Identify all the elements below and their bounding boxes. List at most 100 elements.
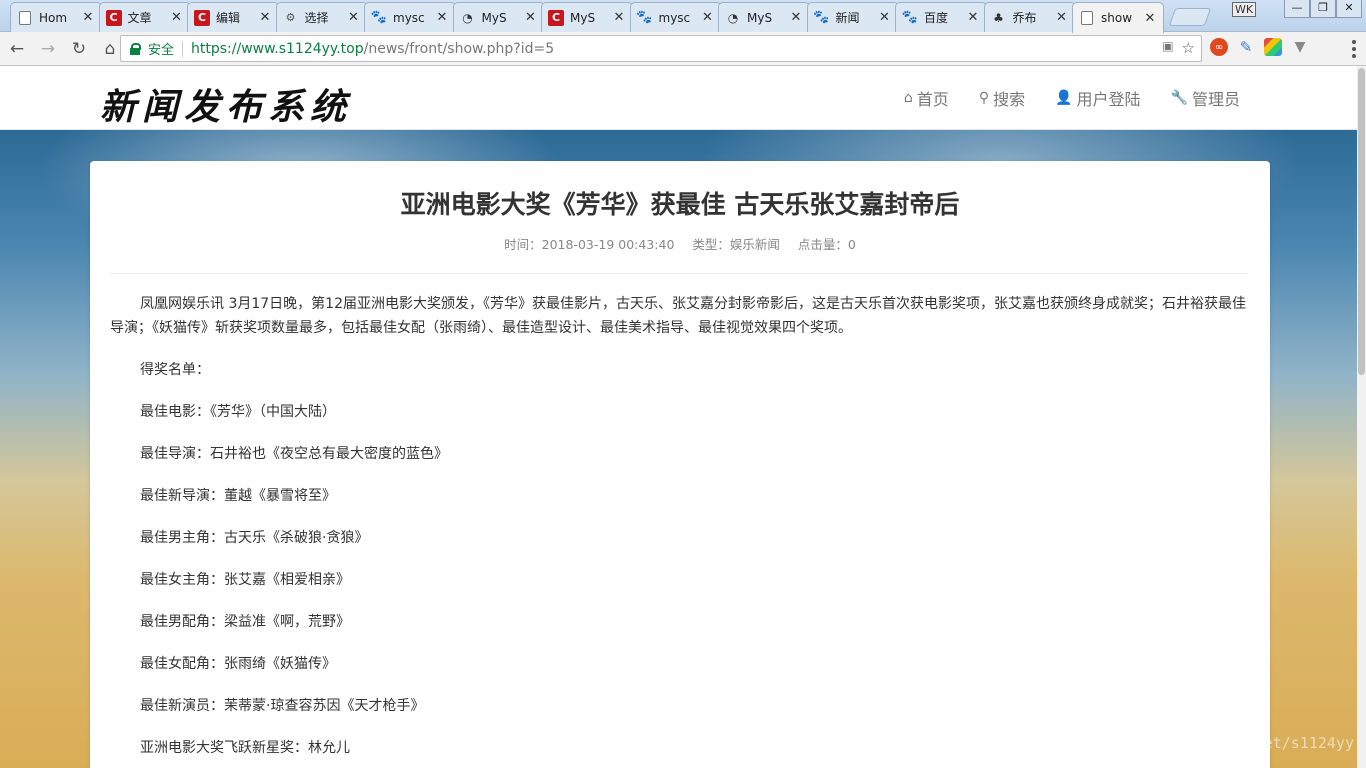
article-meta: 时间：2018-03-19 00:43:40 类型：娱乐新闻 点击量：0: [90, 234, 1270, 253]
article-paragraph: 最佳女配角：张雨绮《妖猫传》: [140, 656, 336, 672]
browser-tab[interactable]: 🐾 新闻 ✕: [806, 2, 899, 32]
article-card: 亚洲电影大奖《芳华》获最佳 古天乐张艾嘉封帝后 时间：2018-03-19 00…: [90, 161, 1270, 768]
window-controls: — ❐ ✕: [1284, 0, 1362, 18]
extension-v-icon[interactable]: ▼: [1291, 38, 1309, 56]
baidu-paw-icon: 🐾: [370, 10, 388, 25]
tab-label: 文章: [127, 11, 152, 25]
user-icon: 👤: [1055, 90, 1073, 106]
tab-label: MyS: [747, 10, 773, 25]
article-paragraph: 最佳电影：《芳华》（中国大陆）: [140, 404, 336, 420]
page-scrollbar[interactable]: [1357, 66, 1366, 768]
site-navbar: 新闻发布系统 ⌂ 首页 ⚲ 搜索 👤 用户登陆 🔧 管理员: [0, 66, 1366, 130]
baidu-paw-icon: 🐾: [636, 10, 653, 25]
tab-close-icon[interactable]: ✕: [789, 10, 803, 25]
tab-label: mysc: [658, 10, 691, 25]
site-logo[interactable]: 新闻发布系统: [100, 78, 352, 130]
tab-label: 编辑: [216, 11, 241, 25]
tab-close-icon[interactable]: ✕: [258, 10, 272, 25]
browser-tab[interactable]: C MyS ✕: [541, 2, 633, 32]
url-host: https://www.s1124yy.top: [191, 40, 364, 57]
home-icon: ⌂: [104, 38, 116, 59]
tab-label: MyS: [481, 10, 507, 25]
article-paragraph: 最佳女主角：张艾嘉《相爱相亲》: [140, 572, 350, 588]
site-icon: ♣: [993, 10, 1004, 25]
bookmark-star-icon[interactable]: ☆: [1182, 39, 1195, 57]
tab-label: mysc: [393, 10, 425, 25]
browser-tab[interactable]: 🐾 百度 ✕: [895, 2, 987, 32]
github-icon: ◔: [727, 10, 739, 25]
address-bar[interactable]: 安全 https://www.s1124yy.top/news/front/sh…: [120, 35, 1202, 62]
nav-user-login[interactable]: 👤 用户登陆: [1055, 86, 1140, 110]
article-time: 时间：2018-03-19 00:43:40: [504, 237, 675, 252]
browser-tab[interactable]: show ✕: [1072, 2, 1164, 33]
nav-admin[interactable]: 🔧 管理员: [1171, 86, 1240, 110]
close-window-button[interactable]: ✕: [1336, 0, 1362, 18]
nav-label: 用户登陆: [1076, 90, 1141, 109]
csdn-icon: C: [548, 9, 564, 26]
extension-colorful-icon[interactable]: [1264, 38, 1282, 56]
article-paragraph: 得奖名单：: [140, 362, 210, 378]
forward-button[interactable]: →: [34, 35, 62, 63]
article-paragraph: 最佳新导演：董越《暴雪将至》: [140, 488, 336, 504]
document-icon: [1081, 11, 1093, 25]
csdn-icon: C: [105, 9, 122, 26]
tab-close-icon[interactable]: ✕: [1143, 11, 1157, 26]
extension-icon: ⚙: [285, 11, 296, 24]
article-paragraph: 最佳导演：石井裕也《夜空总有最大密度的蓝色》: [140, 446, 448, 462]
extension-infinity-icon[interactable]: ∞: [1210, 38, 1228, 56]
browser-tab[interactable]: C 文章 ✕: [98, 2, 191, 32]
tab-close-icon[interactable]: ✕: [81, 10, 95, 25]
tab-close-icon[interactable]: ✕: [966, 10, 980, 25]
extension-feather-icon[interactable]: ✎: [1237, 38, 1255, 56]
browser-tab[interactable]: ⚙ 选择 ✕: [275, 2, 368, 32]
reload-icon: ↻: [71, 38, 87, 59]
article-paragraph: 亚洲电影大奖飞跃新星奖：林允儿: [140, 740, 350, 756]
divider: [110, 273, 1248, 274]
site-nav: ⌂ 首页 ⚲ 搜索 👤 用户登陆 🔧 管理员: [904, 86, 1240, 110]
browser-tab[interactable]: ♣ 乔布 ✕: [983, 2, 1076, 32]
browser-tab[interactable]: 🐾 mysc ✕: [364, 2, 456, 32]
article-lead-paragraph: 凤凰网娱乐讯 3月17日晚，第12届亚洲电影大奖颁发，《芳华》获最佳影片，古天乐…: [110, 296, 1246, 336]
lock-icon: [130, 43, 141, 55]
article-body: 凤凰网娱乐讯 3月17日晚，第12届亚洲电影大奖颁发，《芳华》获最佳影片，古天乐…: [110, 292, 1250, 768]
article-paragraph: 最佳新演员：茉蒂蒙·琼查容苏因《天才枪手》: [140, 698, 425, 714]
baidu-paw-icon: 🐾: [901, 10, 919, 25]
tab-label: MyS: [570, 10, 596, 25]
search-icon: ⚲: [978, 90, 990, 106]
browser-tab[interactable]: ◔ MyS ✕: [452, 2, 545, 32]
arrow-left-icon: ←: [9, 38, 25, 59]
tab-close-icon[interactable]: ✕: [170, 10, 184, 25]
reload-button[interactable]: ↻: [65, 35, 93, 63]
tab-close-icon[interactable]: ✕: [1055, 10, 1069, 25]
tab-close-icon[interactable]: ✕: [347, 10, 361, 25]
wk-badge: WK: [1232, 2, 1257, 17]
arrow-right-icon: →: [40, 38, 56, 59]
document-icon: [19, 10, 31, 25]
tab-close-icon[interactable]: ✕: [524, 10, 538, 25]
nav-label: 首页: [916, 90, 949, 109]
browser-tab[interactable]: 🐾 mysc ✕: [629, 2, 722, 32]
blocked-content-icon[interactable]: ▣: [1162, 39, 1173, 57]
nav-search[interactable]: ⚲ 搜索: [979, 86, 1025, 110]
tab-close-icon[interactable]: ✕: [701, 10, 715, 25]
nav-home[interactable]: ⌂ 首页: [904, 86, 949, 110]
tab-close-icon[interactable]: ✕: [612, 10, 626, 25]
tab-label: 新闻: [835, 11, 860, 25]
new-tab-button[interactable]: [1168, 8, 1212, 26]
tab-label: show: [1101, 11, 1133, 25]
back-button[interactable]: ←: [3, 35, 31, 63]
restore-button[interactable]: ❐: [1310, 0, 1336, 18]
browser-tab[interactable]: ◔ MyS ✕: [718, 2, 810, 32]
browser-menu-icon[interactable]: [1352, 40, 1356, 58]
web-page: 新闻发布系统 ⌂ 首页 ⚲ 搜索 👤 用户登陆 🔧 管理员 亚洲电影大奖《芳华》获最佳 …: [0, 66, 1366, 768]
tab-close-icon[interactable]: ✕: [435, 10, 449, 25]
nav-label: 搜索: [993, 90, 1026, 109]
home-icon: ⌂: [903, 90, 913, 106]
browser-tabstrip: Hom ✕ C 文章 ✕ C 编辑 ✕ ⚙ 选择 ✕ 🐾 mysc ✕ ◔ MyS ✕ C MyS ✕ 🐾 mysc ✕ ◔ M…: [0, 0, 1366, 33]
tab-close-icon[interactable]: ✕: [878, 10, 892, 25]
browser-tab[interactable]: C 编辑 ✕: [187, 2, 279, 32]
tab-label: 百度: [924, 11, 949, 25]
scrollbar-thumb[interactable]: [1358, 68, 1365, 375]
minimize-button[interactable]: —: [1284, 0, 1310, 18]
browser-tab[interactable]: Hom ✕: [10, 2, 102, 32]
